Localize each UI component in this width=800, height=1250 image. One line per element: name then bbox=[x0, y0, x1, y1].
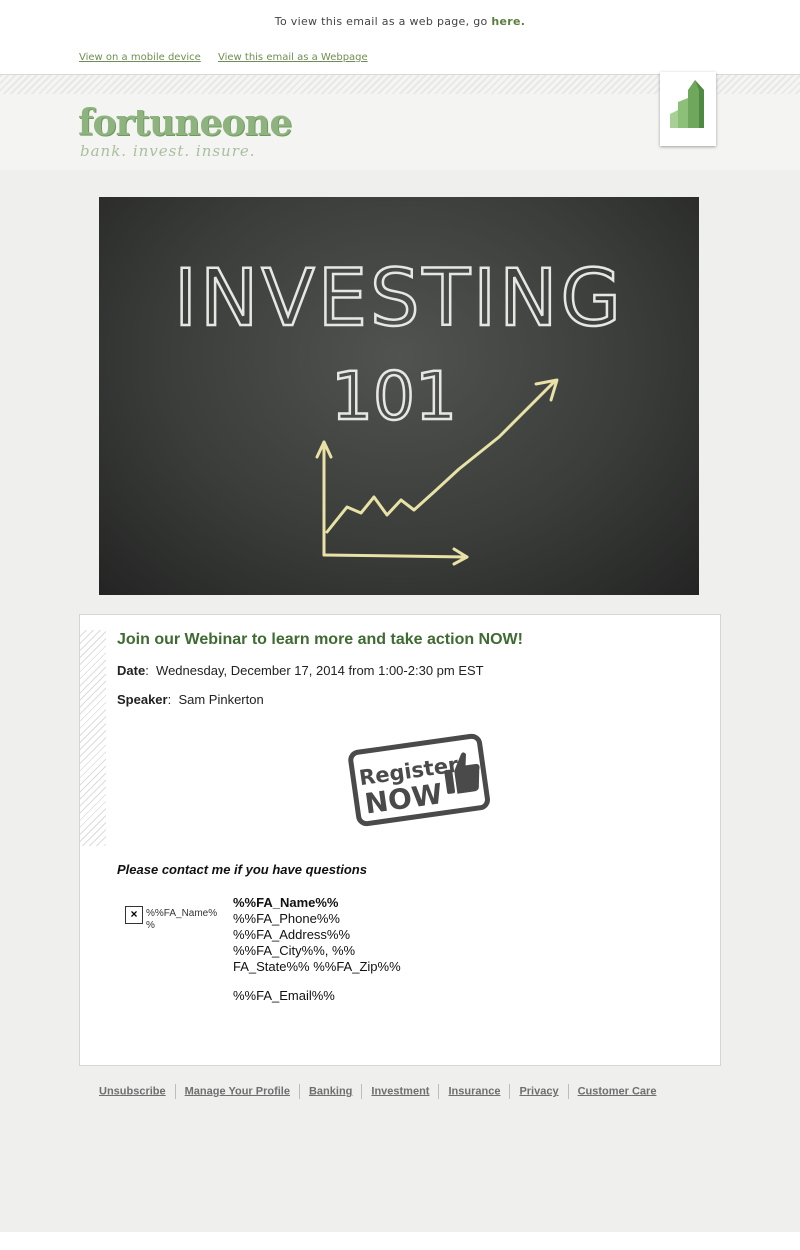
webview-here-link[interactable]: here. bbox=[491, 15, 525, 28]
bottom-bar bbox=[0, 1232, 800, 1250]
webview-notice: To view this email as a web page, go her… bbox=[0, 15, 800, 28]
advisor-address: %%FA_Address%% bbox=[233, 927, 351, 942]
top-links: View on a mobile device View this email … bbox=[79, 52, 382, 63]
footer-privacy-link[interactable]: Privacy bbox=[519, 1085, 558, 1097]
advisor-phone[interactable]: %%FA_Phone%% bbox=[233, 911, 340, 927]
footer-divider bbox=[174, 1084, 176, 1099]
brand-badge-icon bbox=[660, 72, 716, 146]
advisor-city: %%FA_City%%, %% bbox=[233, 943, 356, 958]
footer-divider bbox=[298, 1084, 300, 1099]
card-hatch-decoration bbox=[80, 630, 106, 846]
speaker-value: Sam Pinkerton bbox=[178, 692, 264, 707]
brand-logo[interactable]: fortuneone bbox=[78, 102, 292, 144]
advisor-photo-alt: %%FA_Name%% bbox=[146, 908, 218, 931]
footer-manage-profile-link[interactable]: Manage Your Profile bbox=[185, 1085, 290, 1097]
footer-divider bbox=[509, 1084, 511, 1099]
footer-customer-care-link[interactable]: Customer Care bbox=[578, 1085, 657, 1097]
footer-divider bbox=[567, 1084, 569, 1099]
broken-image-icon: × bbox=[125, 906, 143, 924]
date-label: Date bbox=[117, 663, 146, 678]
footer-links: Unsubscribe Manage Your Profile Banking Inv… bbox=[99, 1084, 656, 1099]
footer-unsubscribe-link[interactable]: Unsubscribe bbox=[99, 1085, 166, 1097]
register-now-button[interactable]: Register NOW bbox=[348, 732, 490, 827]
speaker-label: Speaker bbox=[117, 692, 168, 707]
footer-insurance-link[interactable]: Insurance bbox=[448, 1085, 500, 1097]
mobile-view-link[interactable]: View on a mobile device bbox=[79, 52, 201, 63]
advisor-name: %%FA_Name%% bbox=[233, 895, 339, 910]
footer-banking-link[interactable]: Banking bbox=[309, 1085, 352, 1097]
footer-divider bbox=[361, 1084, 363, 1099]
webpage-view-link[interactable]: View this email as a Webpage bbox=[218, 52, 368, 63]
webinar-headline: Join our Webinar to learn more and take … bbox=[117, 631, 523, 648]
date-row: Date: Wednesday, December 17, 2014 from … bbox=[117, 663, 484, 678]
contact-title: Please contact me if you have questions bbox=[117, 862, 367, 877]
advisor-state-zip: FA_State%% %%FA_Zip%% bbox=[233, 959, 401, 974]
footer-investment-link[interactable]: Investment bbox=[371, 1085, 429, 1097]
webview-text: To view this email as a web page, go bbox=[274, 15, 488, 28]
footer-divider bbox=[438, 1084, 440, 1099]
brand-tagline: bank. invest. insure. bbox=[80, 142, 256, 160]
advisor-email[interactable]: %%FA_Email%% bbox=[233, 988, 335, 1004]
speaker-row: Speaker: Sam Pinkerton bbox=[117, 692, 264, 707]
hero-title: INVESTING bbox=[174, 254, 624, 344]
date-value: Wednesday, December 17, 2014 from 1:00-2… bbox=[156, 663, 484, 678]
preheader-bar: To view this email as a web page, go her… bbox=[0, 0, 800, 75]
webinar-card: Join our Webinar to learn more and take … bbox=[79, 614, 721, 1066]
hero-chalkboard-image: INVESTING 101 bbox=[99, 197, 699, 595]
hero-subtitle: 101 bbox=[331, 358, 457, 435]
